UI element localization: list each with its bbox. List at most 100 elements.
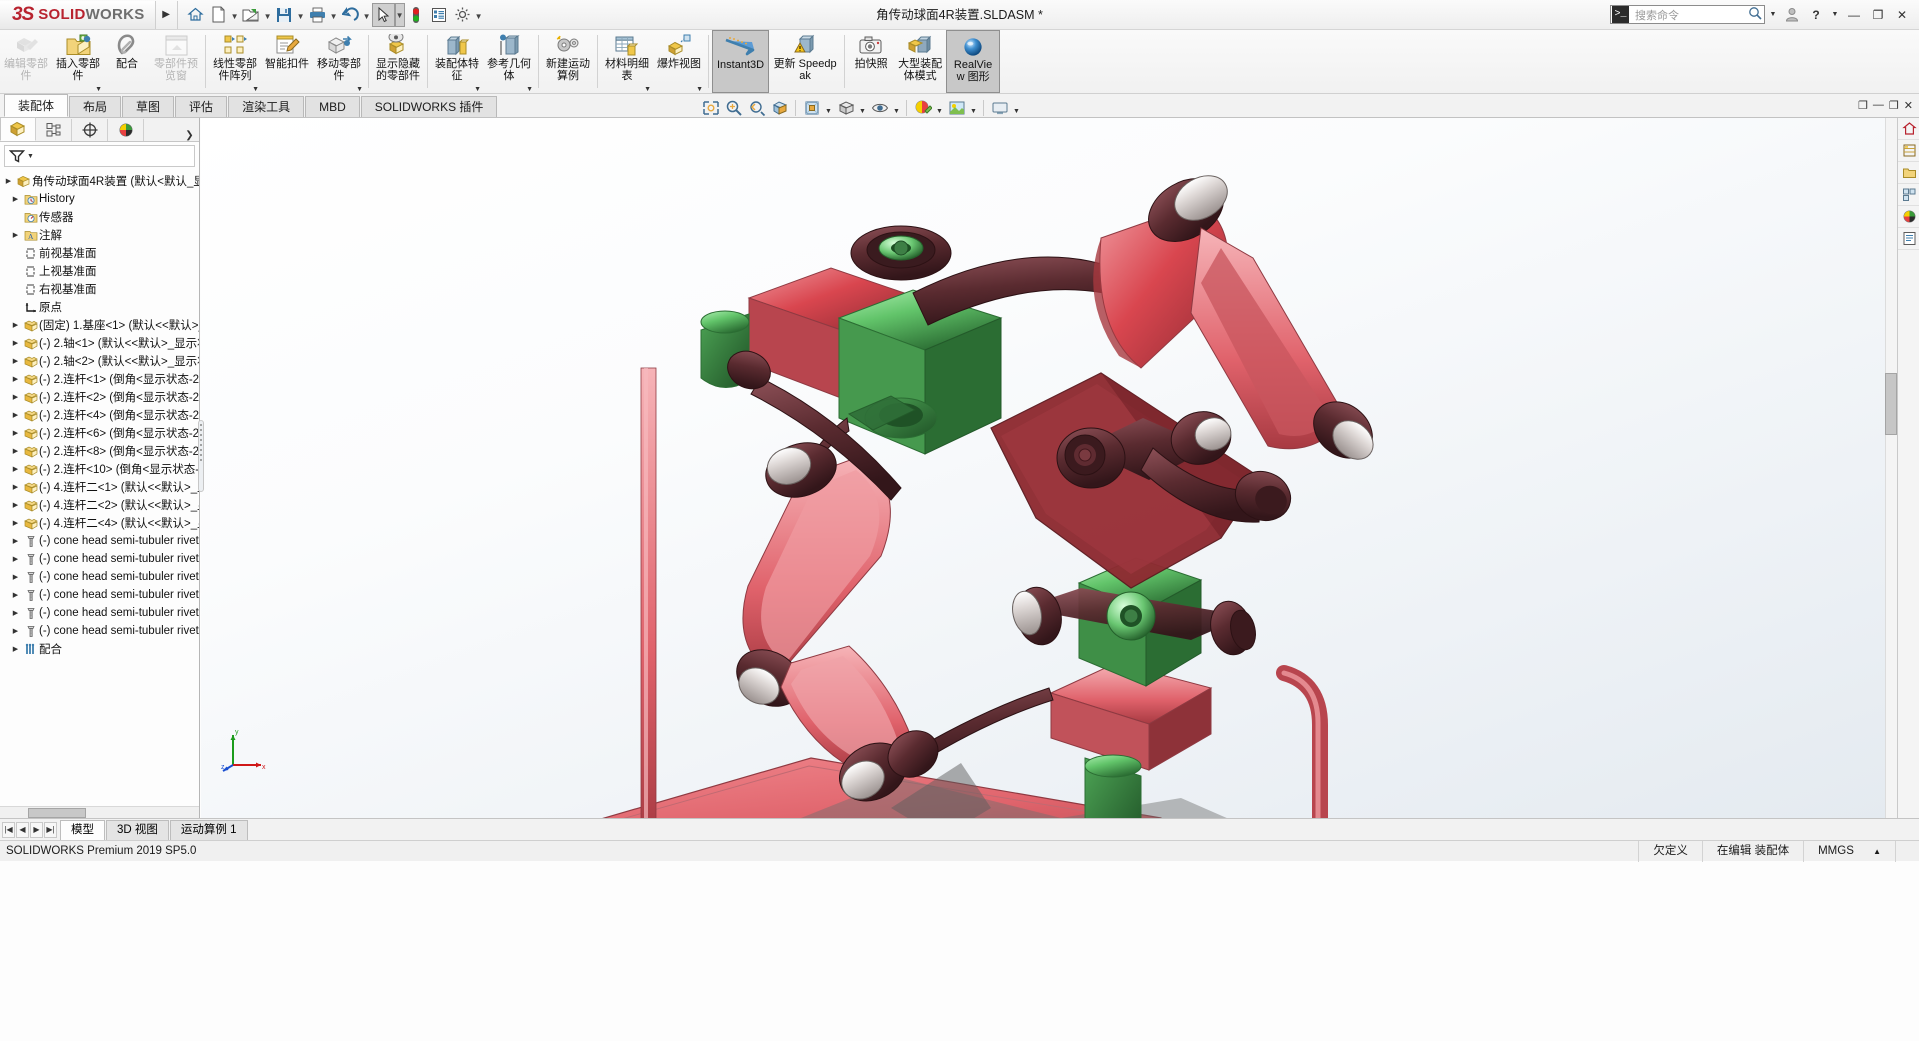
ribbon-take-snapshot[interactable]: 拍快照: [848, 30, 894, 93]
tree-expander-icon[interactable]: ▶: [9, 645, 22, 653]
status-units[interactable]: MMGS ▲: [1803, 840, 1895, 862]
panel-splitter-handle[interactable]: [198, 420, 204, 492]
tree-front-plane[interactable]: 前视基准面: [0, 244, 199, 262]
ribbon-component-preview-window[interactable]: 零部件预览窗: [150, 30, 202, 93]
viewport-vertical-scrollbar[interactable]: [1885, 118, 1897, 818]
tree-expander-icon[interactable]: ▶: [9, 465, 22, 473]
tree-component-base[interactable]: ▶ (固定) 1.基座<1> (默认<<默认>_显: [0, 316, 199, 334]
tree-component-shaft-2[interactable]: ▶ (-) 2.轴<2> (默认<<默认>_显示状: [0, 352, 199, 370]
status-units-dropdown-icon[interactable]: ▲: [1873, 847, 1881, 856]
tab-mbd[interactable]: MBD: [305, 96, 360, 117]
tab-evaluate[interactable]: 评估: [175, 96, 228, 117]
tree-origin[interactable]: 原点: [0, 298, 199, 316]
select-cursor-dropdown-icon[interactable]: ▼: [394, 2, 405, 27]
bottom-tab-3d-views[interactable]: 3D 视图: [106, 819, 169, 840]
zoom-to-area-icon[interactable]: [723, 98, 744, 119]
tree-expander-icon[interactable]: ▶: [2, 177, 15, 185]
design-library-icon[interactable]: [1898, 140, 1919, 162]
ribbon-exploded-view[interactable]: 爆炸视图 ▼: [653, 30, 705, 93]
tree-component-rivet-6[interactable]: ▶ (-) cone head semi-tubuler rivets: [0, 622, 199, 640]
tab-nav-last-icon[interactable]: ▶|: [44, 821, 57, 838]
tree-component-rivet-5[interactable]: ▶ (-) cone head semi-tubuler rivets: [0, 604, 199, 622]
tree-component-rivet-3[interactable]: ▶ (-) cone head semi-tubuler rivets: [0, 568, 199, 586]
tree-expander-icon[interactable]: ▶: [9, 339, 22, 347]
open-folder-dropdown-icon[interactable]: ▼: [263, 3, 273, 27]
tree-expander-icon[interactable]: ▶: [9, 573, 22, 581]
tree-expander-icon[interactable]: ▶: [9, 393, 22, 401]
tree-component-link-4[interactable]: ▶ (-) 2.连杆<4> (倒角<显示状态-2>): [0, 406, 199, 424]
tab-nav-next-icon[interactable]: ▶: [30, 821, 43, 838]
appearances-scenes-icon[interactable]: [1898, 206, 1919, 228]
property-manager-tab[interactable]: [36, 119, 72, 141]
print-dropdown-icon[interactable]: ▼: [329, 3, 339, 27]
search-icon[interactable]: [1746, 6, 1764, 23]
previous-view-icon[interactable]: [746, 98, 767, 119]
tab-assembly[interactable]: 装配体: [4, 94, 69, 117]
tree-component-shaft-1[interactable]: ▶ (-) 2.轴<1> (默认<<默认>_显示状: [0, 334, 199, 352]
tree-root[interactable]: ▶ 角传动球面4R装置 (默认<默认_显示状: [0, 172, 199, 190]
configuration-manager-tab[interactable]: [72, 119, 108, 141]
gear-dropdown-icon[interactable]: ▼: [474, 3, 484, 27]
tree-expander-icon[interactable]: ▶: [9, 195, 22, 203]
move-component-dropdown-icon[interactable]: ▼: [356, 86, 363, 93]
tree-expander-icon[interactable]: ▶: [9, 537, 22, 545]
tree-top-plane[interactable]: 上视基准面: [0, 262, 199, 280]
tree-mates-folder[interactable]: ▶ 配合: [0, 640, 199, 658]
bom-dropdown-icon[interactable]: ▼: [644, 86, 651, 93]
apply-scene-dropdown-icon[interactable]: ▼: [969, 98, 978, 119]
tree-component-link-10[interactable]: ▶ (-) 2.连杆<10> (倒角<显示状态-2>: [0, 460, 199, 478]
save-dropdown-icon[interactable]: ▼: [296, 3, 306, 27]
tree-expander-icon[interactable]: ▶: [9, 375, 22, 383]
section-view-icon[interactable]: [769, 98, 790, 119]
tab-nav-first-icon[interactable]: |◀: [2, 821, 15, 838]
search-dropdown-icon[interactable]: ▼: [1767, 4, 1779, 26]
tree-expander-icon[interactable]: ▶: [9, 627, 22, 635]
tree-component-link-1[interactable]: ▶ (-) 2.连杆<1> (倒角<显示状态-2>): [0, 370, 199, 388]
reference-geometry-dropdown-icon[interactable]: ▼: [526, 86, 533, 93]
restore-viewport-icon[interactable]: ❐: [1858, 99, 1868, 112]
tab-render-tools[interactable]: 渲染工具: [228, 96, 305, 117]
undo-dropdown-icon[interactable]: ▼: [362, 3, 372, 27]
ribbon-move-component[interactable]: 移动零部件 ▼: [313, 30, 365, 93]
help-question-icon[interactable]: ?: [1805, 4, 1827, 26]
open-folder-icon[interactable]: [240, 3, 263, 27]
new-document-icon[interactable]: [207, 3, 230, 27]
status-resize-grip[interactable]: [1895, 840, 1919, 862]
apply-scene-icon[interactable]: [946, 98, 967, 119]
help-dropdown-icon[interactable]: ▼: [1829, 4, 1841, 26]
tree-sensors[interactable]: 传感器: [0, 208, 199, 226]
tree-component-link2-4[interactable]: ▶ (-) 4.连杆二<4> (默认<<默认>_显: [0, 514, 199, 532]
tree-expander-icon[interactable]: ▶: [9, 519, 22, 527]
ribbon-instant3d[interactable]: Instant3D: [712, 30, 770, 93]
bottom-tab-model[interactable]: 模型: [60, 819, 105, 840]
linear-pattern-dropdown-icon[interactable]: ▼: [252, 86, 259, 93]
tree-expander-icon[interactable]: ▶: [9, 411, 22, 419]
view-orientation-dropdown-icon[interactable]: ▼: [824, 98, 833, 119]
assembly-features-dropdown-icon[interactable]: ▼: [474, 86, 481, 93]
tree-expander-icon[interactable]: ▶: [9, 501, 22, 509]
chevron-right-icon[interactable]: ❯: [183, 130, 199, 141]
tab-nav-prev-icon[interactable]: ◀: [16, 821, 29, 838]
gear-icon[interactable]: [451, 3, 474, 27]
edit-appearance-dropdown-icon[interactable]: ▼: [935, 98, 944, 119]
view-palette-home-icon[interactable]: [1898, 118, 1919, 140]
insert-components-dropdown-icon[interactable]: ▼: [95, 86, 102, 93]
new-document-dropdown-icon[interactable]: ▼: [230, 3, 240, 27]
tree-component-link2-1[interactable]: ▶ (-) 4.连杆二<1> (默认<<默认>_显: [0, 478, 199, 496]
tree-expander-icon[interactable]: ▶: [9, 447, 22, 455]
tab-layout[interactable]: 布局: [69, 96, 122, 117]
select-cursor-icon[interactable]: [371, 2, 395, 27]
display-style-dropdown-icon[interactable]: ▼: [858, 98, 867, 119]
view-settings-icon[interactable]: [989, 98, 1010, 119]
display-style-icon[interactable]: [835, 98, 856, 119]
ribbon-assembly-features[interactable]: 装配体特征 ▼: [431, 30, 483, 93]
ribbon-reference-geometry[interactable]: 参考几何体 ▼: [483, 30, 535, 93]
ribbon-large-assembly-mode[interactable]: 大型装配体模式: [894, 30, 946, 93]
tree-expander-icon[interactable]: ▶: [9, 231, 22, 239]
rebuild-traffic-light-icon[interactable]: [405, 3, 428, 27]
tree-expander-icon[interactable]: ▶: [9, 429, 22, 437]
tree-history[interactable]: ▶ History: [0, 190, 199, 208]
ribbon-linear-component-pattern[interactable]: 线性零部件阵列 ▼: [209, 30, 261, 93]
bottom-tab-motion-study-1[interactable]: 运动算例 1: [169, 819, 248, 840]
ribbon-update-speedpak[interactable]: 更新 Speedpak: [769, 30, 841, 93]
